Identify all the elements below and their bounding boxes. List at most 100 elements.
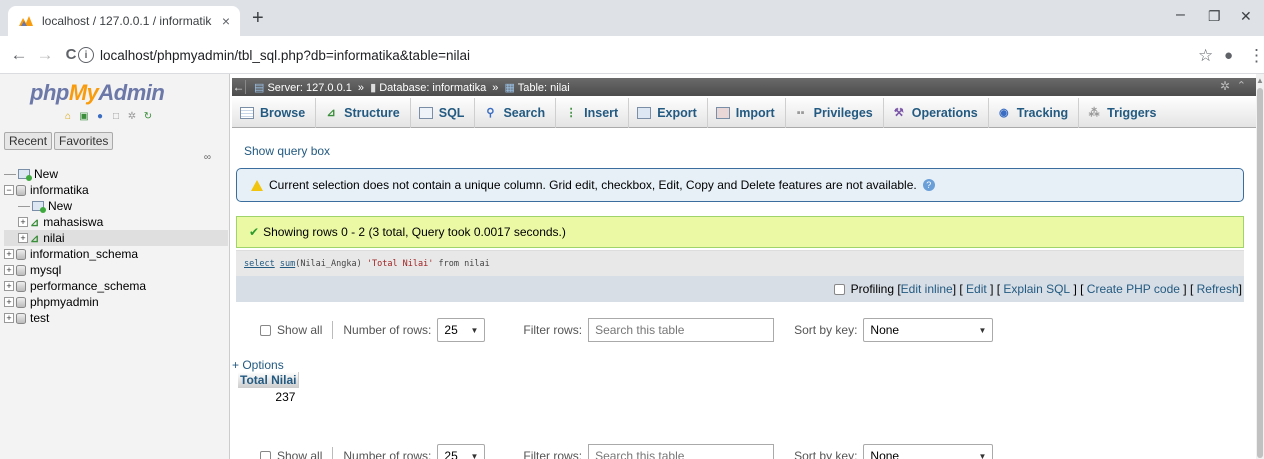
tab-privileges[interactable]: ▪▪ Privileges [786, 98, 884, 128]
column-header-total-nilai[interactable]: Total Nilai [238, 372, 300, 388]
recent-favorites-tabs: Recent Favorites [4, 132, 115, 150]
dropdown-arrow-icon: ▼ [470, 325, 479, 335]
profiling-checkbox[interactable] [833, 283, 845, 295]
double-chevron-up-icon[interactable]: ⌃ [1237, 79, 1246, 92]
sql-keyword-select[interactable]: select [244, 259, 275, 269]
tab-title: localhost / 127.0.0.1 / informatik [42, 14, 212, 28]
expand-icon[interactable]: + [4, 313, 14, 323]
bookmark-star-icon[interactable]: ☆ [1198, 46, 1213, 66]
show-query-box-link[interactable]: Show query box [244, 144, 330, 158]
tab-insert[interactable]: ⋮ Insert [556, 98, 630, 128]
collapse-icon[interactable]: − [4, 185, 14, 195]
tab-recent[interactable]: Recent [4, 132, 53, 150]
tree-item-performance-schema[interactable]: + performance_schema [4, 278, 228, 294]
scrollbar-thumb[interactable] [1257, 88, 1263, 458]
tree-item-informatika[interactable]: − informatika [4, 182, 228, 198]
table-crumb-icon: ▦ [504, 81, 515, 94]
browser-tab[interactable]: localhost / 127.0.0.1 / informatik × [8, 6, 240, 36]
close-window-button[interactable]: ✕ [1240, 8, 1252, 25]
breadcrumb-database[interactable]: Database: informatika [379, 82, 486, 94]
tab-close-icon[interactable]: × [222, 13, 230, 29]
tree-item-information-schema[interactable]: + information_schema [4, 246, 228, 262]
database-icon [16, 264, 26, 276]
expand-icon[interactable]: + [4, 249, 14, 259]
new-tab-button[interactable]: + [252, 8, 264, 28]
tree-item-nilai[interactable]: + ⊿ nilai [4, 230, 228, 246]
tab-favorites[interactable]: Favorites [54, 132, 114, 150]
tree-item-mahasiswa[interactable]: + ⊿ mahasiswa [4, 214, 228, 230]
database-icon [16, 280, 26, 292]
expand-icon[interactable]: + [18, 233, 28, 243]
address-bar: ← → C i localhost/phpmyadmin/tbl_sql.php… [0, 36, 1264, 74]
phpmyadmin-logo[interactable]: phpMyAdmin [30, 80, 165, 106]
minimize-button[interactable]: – [1176, 6, 1185, 24]
breadcrumb-table[interactable]: Table: nilai [518, 82, 570, 94]
tree-item-phpmyadmin[interactable]: + phpmyadmin [4, 294, 228, 310]
refresh-link[interactable]: Refresh [1197, 282, 1239, 296]
tab-import[interactable]: Import [708, 98, 786, 128]
breadcrumb-server[interactable]: Server: 127.0.0.1 [267, 82, 351, 94]
logout-icon[interactable]: ▣ [78, 110, 90, 122]
tab-triggers[interactable]: ⁂ Triggers [1079, 98, 1166, 128]
show-all-checkbox-bottom[interactable] [260, 450, 271, 459]
site-info-icon[interactable]: i [78, 47, 94, 63]
profile-icon[interactable]: ● [1224, 47, 1233, 64]
dropdown-arrow-icon: ▼ [470, 451, 479, 459]
sql-function-sum[interactable]: sum [280, 259, 295, 269]
tab-tracking[interactable]: ◉ Tracking [989, 98, 1080, 128]
tree-item-new[interactable]: New [4, 166, 228, 182]
tree-item-informatika-new[interactable]: New [4, 198, 228, 214]
result-controls-bottom: Show all Number of rows: 25 ▼ Filter rows… [236, 440, 1244, 459]
number-of-rows-select[interactable]: 25 ▼ [437, 318, 486, 342]
tree-item-test[interactable]: + test [4, 310, 228, 326]
options-link[interactable]: + Options [232, 358, 284, 372]
scroll-up-arrow-icon[interactable]: ▲ [1256, 76, 1264, 85]
breadcrumb-bar: ← ▤ Server: 127.0.0.1 » ▮ Database: info… [232, 78, 1256, 96]
browse-icon [240, 107, 254, 119]
explain-sql-link[interactable]: Explain SQL [1003, 282, 1070, 296]
tree-item-mysql[interactable]: + mysql [4, 262, 228, 278]
expand-icon[interactable]: + [18, 217, 28, 227]
tab-operations[interactable]: ⚒ Operations [884, 98, 989, 128]
docs-icon[interactable]: □ [110, 110, 122, 122]
settings-icon[interactable]: ✲ [126, 110, 138, 122]
tab-browse[interactable]: Browse [232, 98, 317, 128]
tab-export[interactable]: Export [629, 98, 708, 128]
filter-rows-label: Filter rows: [523, 323, 583, 337]
tab-search[interactable]: ⚲ Search [475, 98, 557, 128]
help-icon[interactable]: ● [94, 110, 106, 122]
number-of-rows-select-bottom[interactable]: 25 ▼ [437, 444, 486, 459]
url-omnibox[interactable]: i localhost/phpmyadmin/tbl_sql.php?db=in… [78, 41, 1188, 69]
tab-structure[interactable]: ⊿ Structure [316, 98, 411, 128]
maximize-button[interactable]: ❐ [1208, 8, 1221, 25]
edit-link[interactable]: Edit [966, 282, 987, 296]
link-with-main-panel-icon[interactable]: ∞ [204, 152, 211, 163]
collapse-nav-icon[interactable]: ← [232, 80, 246, 94]
filter-rows-input-bottom[interactable]: Search this table [588, 444, 775, 459]
new-icon [18, 169, 32, 181]
notice-message: Current selection does not contain a uni… [236, 168, 1244, 202]
show-all-checkbox[interactable] [260, 324, 271, 336]
show-all-label: Show all [277, 323, 323, 337]
back-button[interactable]: ← [6, 45, 32, 65]
edit-inline-link[interactable]: Edit inline [901, 282, 953, 296]
reload-nav-icon[interactable]: ↻ [142, 110, 154, 122]
sql-query-display: select sum (Nilai_Angka) 'Total Nilai' fr… [236, 250, 1244, 276]
expand-icon[interactable]: + [4, 265, 14, 275]
browser-tab-bar: localhost / 127.0.0.1 / informatik × + –… [0, 0, 1264, 36]
gear-icon[interactable]: ✲ [1220, 79, 1230, 93]
new-table-icon [32, 201, 46, 213]
sort-by-key-select[interactable]: None ▼ [863, 318, 994, 342]
documentation-help-icon[interactable]: ? [922, 179, 935, 191]
forward-button[interactable]: → [32, 45, 58, 65]
sort-by-key-select-bottom[interactable]: None ▼ [863, 444, 994, 459]
expand-icon[interactable]: + [4, 297, 14, 307]
vertical-scrollbar[interactable]: ▲ [1256, 74, 1264, 459]
browser-menu-icon[interactable]: ⋮ [1248, 46, 1264, 66]
tab-sql[interactable]: SQL [411, 98, 476, 128]
create-php-code-link[interactable]: Create PHP code [1087, 282, 1180, 296]
filter-rows-input[interactable]: Search this table [588, 318, 775, 342]
export-icon [637, 107, 652, 119]
home-icon[interactable]: ⌂ [62, 110, 74, 122]
expand-icon[interactable]: + [4, 281, 14, 291]
